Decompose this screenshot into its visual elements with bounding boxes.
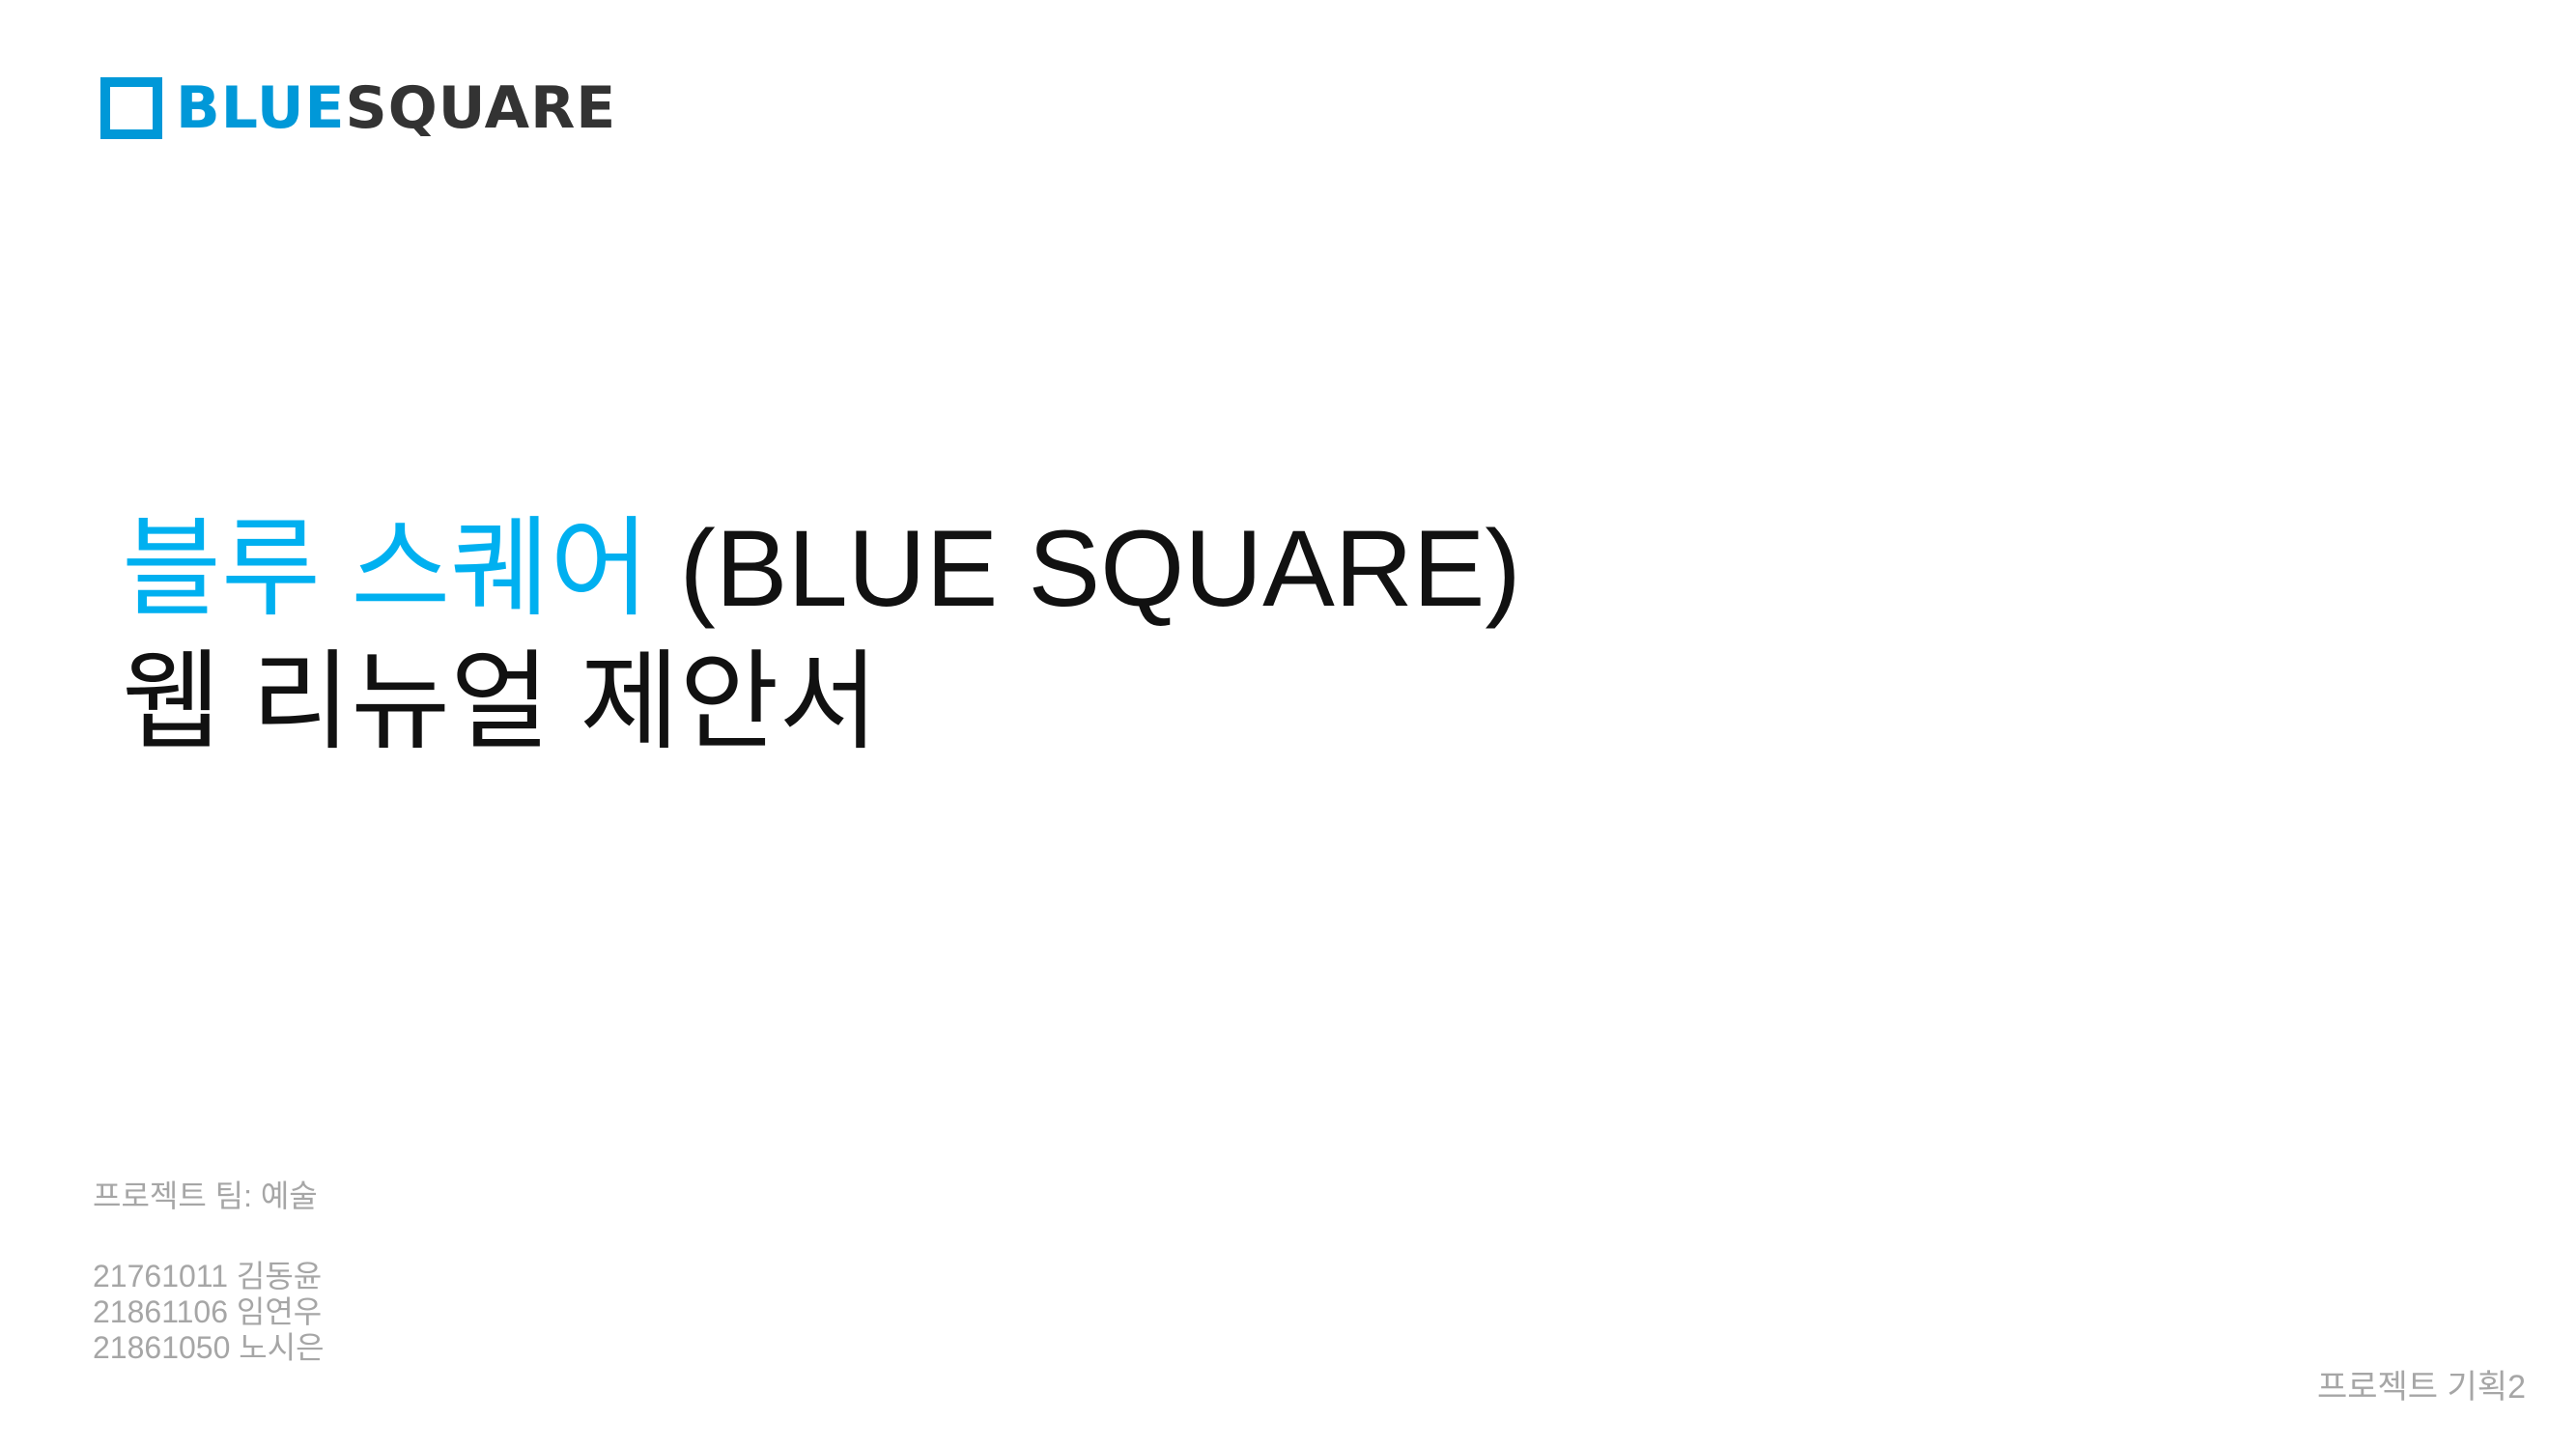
- logo-text-dark: SQUARE: [345, 74, 617, 142]
- team-member: 21861050 노시은: [93, 1330, 325, 1365]
- title-line-1: 블루 스퀘어 (BLUE SQUARE): [122, 502, 1521, 636]
- slide-title: 블루 스퀘어 (BLUE SQUARE) 웹 리뉴얼 제안서: [122, 502, 1521, 769]
- team-member: 21861106 임연우: [93, 1294, 323, 1329]
- bluesquare-logo: BLUESQUARE: [100, 77, 616, 139]
- logo-square-icon: [100, 77, 162, 139]
- team-member: 21761011 김동윤: [93, 1259, 323, 1293]
- title-line-2: 웹 리뉴얼 제안서: [122, 641, 879, 762]
- title-accent: 블루 스퀘어: [122, 508, 650, 629]
- title-english: (BLUE SQUARE): [649, 508, 1521, 629]
- logo-text: BLUESQUARE: [176, 77, 616, 139]
- logo-text-blue: BLUE: [176, 74, 346, 142]
- team-info: 프로젝트 팀: 예술 21761011 김동윤 21861106 임연우 218…: [93, 1179, 325, 1366]
- course-name: 프로젝트 기획2: [2316, 1369, 2526, 1406]
- team-label: 프로젝트 팀: 예술: [93, 1179, 318, 1213]
